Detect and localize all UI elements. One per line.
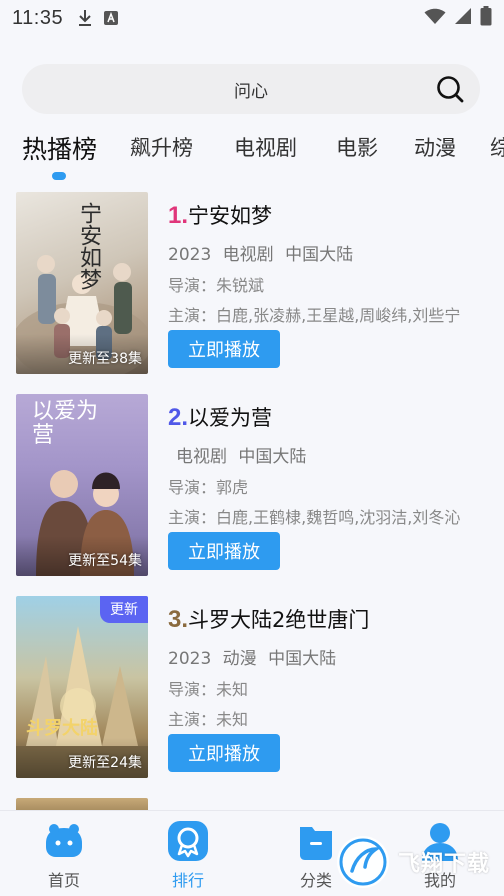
item-info: 1. 宁安如梦 2023 电视剧 中国大陆 导演：朱锐斌 主演：白鹿,张凌赫,王… xyxy=(168,200,488,368)
cast-value: 白鹿,张凌赫,王星越,周峻纬,刘些宁 xyxy=(216,306,461,324)
rank-number: 1. xyxy=(168,202,189,229)
item-year: 2023 xyxy=(168,649,212,669)
rank-tabs: 热播榜 飙升榜 电视剧 电影 动漫 综 xyxy=(0,128,504,182)
play-now-button[interactable]: 立即播放 xyxy=(168,532,280,570)
category-icon xyxy=(300,827,332,860)
list-item[interactable]: 宁安如梦 更新至38集 1. 宁安如梦 2023 电视剧 中国大陆 导演：朱锐斌… xyxy=(16,192,496,376)
item-year: 2023 xyxy=(168,245,212,265)
watermark-text: 飞翔下载 xyxy=(398,852,491,877)
director-label: 导演： xyxy=(168,478,217,496)
list-item[interactable]: 以爱为营 更新至54集 2. 以爱为营 电视剧 中国大陆 导演：郭虎 主演：白鹿… xyxy=(16,394,496,578)
item-region: 中国大陆 xyxy=(238,447,307,467)
tab-rising[interactable]: 飙升榜 xyxy=(130,132,193,162)
item-region: 中国大陆 xyxy=(285,245,354,265)
text-a-icon xyxy=(103,10,119,26)
nav-home-label: 首页 xyxy=(47,871,80,890)
battery-icon xyxy=(480,5,492,31)
cast-value: 未知 xyxy=(216,710,249,728)
director-value: 未知 xyxy=(216,680,249,698)
cast-label: 主演： xyxy=(168,306,217,324)
item-title[interactable]: 宁安如梦 xyxy=(188,200,272,230)
rank-number: 3. xyxy=(168,606,189,633)
status-bar: 11:35 xyxy=(0,0,504,36)
wifi-icon xyxy=(424,7,446,30)
search-icon[interactable] xyxy=(436,75,464,103)
tab-variety[interactable]: 综 xyxy=(490,132,504,162)
item-title[interactable]: 斗罗大陆2绝世唐门 xyxy=(188,604,369,634)
episode-update: 更新至38集 xyxy=(68,351,142,367)
director-label: 导演： xyxy=(168,276,217,294)
list-item[interactable]: 斗罗大陆 更新 更新至24集 3. 斗罗大陆2绝世唐门 2023 动漫 中国大陆… xyxy=(16,596,496,780)
play-now-button[interactable]: 立即播放 xyxy=(168,734,280,772)
tab-indicator xyxy=(52,172,66,180)
director-label: 导演： xyxy=(168,680,217,698)
poster-title-art: 宁安如梦 xyxy=(76,202,101,290)
item-title[interactable]: 以爱为营 xyxy=(188,402,272,432)
watermark-logo-icon xyxy=(337,836,389,888)
tab-tv-series[interactable]: 电视剧 xyxy=(234,132,297,162)
download-icon xyxy=(77,9,93,27)
poster-title-art: 以爱为营 xyxy=(32,399,99,448)
watermark: 飞翔下载 xyxy=(334,832,504,892)
home-icon xyxy=(46,824,82,857)
ranking-icon xyxy=(168,821,208,861)
poster-image[interactable]: 斗罗大陆 更新 更新至24集 xyxy=(16,596,148,778)
search-bar[interactable]: 问心 xyxy=(22,64,480,114)
item-genre: 动漫 xyxy=(222,649,257,669)
nav-ranking-label: 排行 xyxy=(171,871,204,890)
episode-update: 更新至54集 xyxy=(68,553,142,569)
tab-hot[interactable]: 热播榜 xyxy=(22,130,97,166)
update-badge: 更新 xyxy=(100,596,148,623)
signal-icon xyxy=(454,7,472,30)
poster-image[interactable]: 宁安如梦 更新至38集 xyxy=(16,192,148,374)
director-value: 郭虎 xyxy=(216,478,249,496)
cast-label: 主演： xyxy=(168,710,217,728)
poster-title-art: 斗罗大陆 xyxy=(26,718,98,739)
cast-value: 白鹿,王鹤棣,魏哲鸣,沈羽洁,刘冬沁 xyxy=(216,508,461,526)
nav-ranking[interactable]: 排行 xyxy=(148,821,228,891)
tab-movies[interactable]: 电影 xyxy=(336,132,378,162)
item-genre: 电视剧 xyxy=(176,447,227,467)
poster-image[interactable]: 以爱为营 更新至54集 xyxy=(16,394,148,576)
item-region: 中国大陆 xyxy=(268,649,337,669)
item-genre: 电视剧 xyxy=(222,245,274,265)
tab-anime[interactable]: 动漫 xyxy=(414,132,456,162)
director-value: 朱锐斌 xyxy=(216,276,265,294)
rank-number: 2. xyxy=(168,404,189,431)
nav-home[interactable]: 首页 xyxy=(24,821,104,891)
cast-label: 主演： xyxy=(168,508,217,526)
play-now-button[interactable]: 立即播放 xyxy=(168,330,280,368)
item-info: 2. 以爱为营 电视剧 中国大陆 导演：郭虎 主演：白鹿,王鹤棣,魏哲鸣,沈羽洁… xyxy=(168,402,488,570)
search-query[interactable]: 问心 xyxy=(234,77,268,102)
status-time: 11:35 xyxy=(12,6,64,29)
item-info: 3. 斗罗大陆2绝世唐门 2023 动漫 中国大陆 导演：未知 主演：未知 立即… xyxy=(168,604,488,772)
episode-update: 更新至24集 xyxy=(68,755,142,771)
